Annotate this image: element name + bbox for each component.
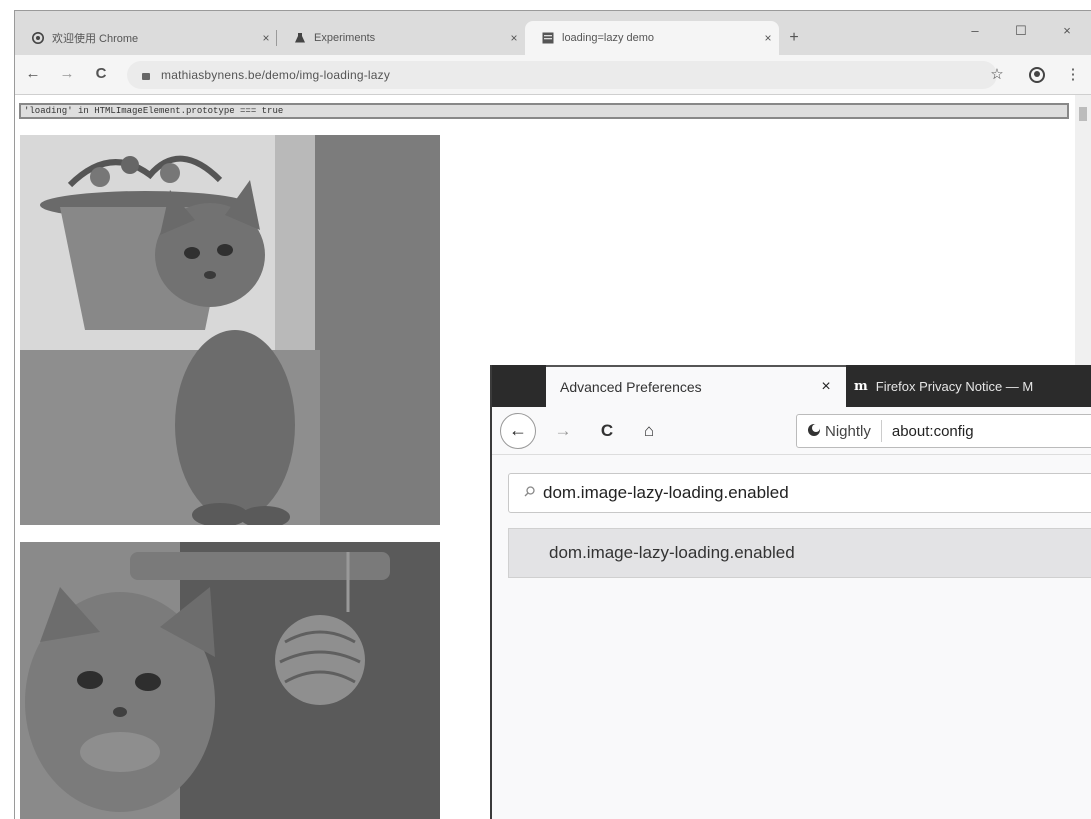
minimize-button[interactable]: – bbox=[965, 23, 985, 38]
tab-label: loading=lazy demo bbox=[562, 32, 655, 44]
chrome-tab-strip: 欢迎使用 Chrome × Experiments × loading=lazy… bbox=[15, 11, 1091, 55]
tab-loading-lazy-demo[interactable]: loading=lazy demo × bbox=[525, 21, 779, 55]
kitten-photo-2 bbox=[20, 542, 440, 819]
forward-button[interactable]: → bbox=[57, 64, 77, 84]
tab-label: Advanced Preferences bbox=[560, 379, 702, 395]
bookmark-star-icon[interactable]: ☆ bbox=[987, 65, 1007, 85]
back-button[interactable]: ← bbox=[23, 64, 43, 84]
tab-advanced-preferences[interactable]: Advanced Preferences × bbox=[546, 365, 846, 407]
close-icon[interactable]: × bbox=[255, 31, 277, 45]
close-icon[interactable]: × bbox=[503, 31, 525, 45]
firefox-toolbar: ← → C ⌂ Nightly about:config bbox=[492, 407, 1091, 455]
new-tab-button[interactable]: + bbox=[785, 29, 803, 47]
tab-welcome-chrome[interactable]: 欢迎使用 Chrome × bbox=[15, 21, 277, 55]
home-button[interactable]: ⌂ bbox=[638, 420, 660, 442]
tab-label: Firefox Privacy Notice — M bbox=[875, 378, 1034, 394]
scrollbar-thumb[interactable] bbox=[1079, 107, 1087, 121]
tab-label: 欢迎使用 Chrome bbox=[52, 33, 139, 45]
url-text: about:config bbox=[891, 422, 974, 440]
back-button[interactable]: ← bbox=[500, 413, 536, 449]
close-icon[interactable]: × bbox=[757, 31, 779, 45]
search-icon bbox=[509, 486, 535, 500]
reload-button[interactable]: C bbox=[596, 420, 618, 442]
nightly-logo-icon bbox=[807, 423, 821, 440]
flask-icon bbox=[293, 32, 306, 45]
kitten-photo-1 bbox=[20, 135, 440, 525]
tab-experiments[interactable]: Experiments × bbox=[277, 21, 525, 55]
preference-row[interactable]: dom.image-lazy-loading.enabled bbox=[508, 528, 1091, 578]
page-favicon-icon bbox=[541, 32, 554, 45]
forward-button[interactable]: → bbox=[552, 420, 574, 442]
address-bar[interactable]: mathiasbynens.be/demo/img-loading-lazy bbox=[127, 61, 997, 89]
firefox-tab-strip: Advanced Preferences × m Firefox Privacy… bbox=[492, 365, 1091, 407]
console-output-line: 'loading' in HTMLImageElement.prototype … bbox=[19, 103, 1069, 119]
firefox-url-bar[interactable]: Nightly about:config bbox=[796, 414, 1091, 448]
chrome-toolbar: ← → C mathiasbynens.be/demo/img-loading-… bbox=[15, 55, 1091, 95]
chrome-logo-icon bbox=[31, 32, 44, 45]
preference-name: dom.image-lazy-loading.enabled bbox=[549, 543, 795, 562]
menu-kebab-icon[interactable]: ⋮ bbox=[1063, 65, 1083, 85]
identity-label: Nightly bbox=[825, 422, 871, 440]
firefox-window: Advanced Preferences × m Firefox Privacy… bbox=[490, 365, 1091, 819]
close-icon[interactable]: × bbox=[806, 378, 846, 396]
preference-search-input[interactable]: dom.image-lazy-loading.enabled bbox=[508, 473, 1091, 513]
address-url: mathiasbynens.be/demo/img-loading-lazy bbox=[161, 68, 391, 82]
window-close-button[interactable]: × bbox=[1057, 23, 1077, 38]
identity-box[interactable]: Nightly bbox=[797, 420, 882, 442]
search-value: dom.image-lazy-loading.enabled bbox=[543, 483, 789, 502]
mozilla-m-icon: m bbox=[854, 378, 868, 394]
profile-avatar-icon[interactable] bbox=[1029, 67, 1045, 83]
tab-firefox-privacy-notice[interactable]: m Firefox Privacy Notice — M bbox=[854, 365, 1033, 407]
reload-button[interactable]: C bbox=[91, 64, 111, 84]
tab-label: Experiments bbox=[314, 32, 376, 44]
lock-icon bbox=[141, 70, 151, 80]
maximize-button[interactable]: ☐ bbox=[1011, 23, 1031, 39]
